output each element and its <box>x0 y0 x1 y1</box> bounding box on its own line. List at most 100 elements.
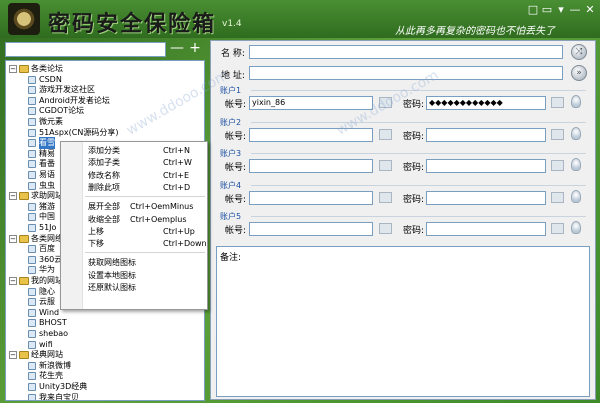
account-group-title: 账户4 <box>220 180 242 190</box>
site-icon <box>28 149 36 158</box>
account-label: 帐号: <box>225 226 247 236</box>
group-divider <box>251 90 586 91</box>
tree-search-input[interactable] <box>5 42 166 57</box>
add-button[interactable]: + <box>188 41 202 57</box>
layout-icon[interactable]: ▭ <box>541 4 553 16</box>
password-input[interactable] <box>426 222 546 236</box>
menu-item-label: 还原默认图标 <box>88 283 136 292</box>
open-url-icon[interactable]: » <box>571 65 587 81</box>
shuffle-icon[interactable]: ⤨ <box>571 44 587 60</box>
group-divider <box>251 184 586 186</box>
expand-toggle-icon[interactable]: − <box>9 65 17 73</box>
copy-password-icon[interactable] <box>551 191 564 203</box>
memo-field[interactable]: 备注: <box>216 246 590 397</box>
group-divider <box>251 153 586 154</box>
collapse-button[interactable]: — <box>170 41 184 57</box>
context-menu-item[interactable]: 还原默认图标 <box>61 281 207 295</box>
show-password-icon[interactable] <box>571 189 581 203</box>
account-input[interactable]: yixin_86 <box>249 96 373 110</box>
site-icon <box>28 128 36 137</box>
site-icon <box>28 86 36 95</box>
address-input[interactable] <box>249 66 563 80</box>
name-input[interactable] <box>249 45 563 59</box>
account-group-title: 账户1 <box>220 86 242 95</box>
account-input[interactable] <box>249 222 373 236</box>
password-input[interactable] <box>426 190 546 205</box>
site-icon <box>28 181 36 190</box>
show-password-icon[interactable] <box>571 221 581 234</box>
site-icon <box>28 202 36 211</box>
menu-item-label: 下移 <box>88 239 104 249</box>
app-window: 密码安全保险箱 v1.4 从此再多再复杂的密码也不怕丢失了 □ ▭ ▾ — ✕ … <box>0 0 600 403</box>
minimize-button[interactable]: — <box>569 4 581 16</box>
copy-password-icon[interactable] <box>551 128 564 140</box>
copy-password-icon[interactable] <box>551 223 564 234</box>
expand-toggle-icon[interactable]: − <box>9 192 17 201</box>
folder-icon <box>19 65 29 73</box>
site-icon <box>28 361 36 370</box>
account-label: 帐号: <box>225 194 247 205</box>
site-icon <box>28 224 36 232</box>
menu-item-label: 删除此项 <box>88 182 120 192</box>
memo-label: 备注: <box>220 253 242 263</box>
name-label: 名 称: <box>221 49 245 59</box>
menu-chevron-icon[interactable]: ▾ <box>555 4 567 16</box>
expand-toggle-icon[interactable]: − <box>9 277 17 285</box>
site-icon <box>28 383 36 391</box>
context-menu-item[interactable]: 下移 Ctrl+Down <box>61 237 207 251</box>
site-icon <box>28 213 36 222</box>
copy-password-icon[interactable] <box>551 97 564 108</box>
pin-icon[interactable]: □ <box>527 4 539 16</box>
copy-account-icon[interactable] <box>379 191 392 203</box>
password-input[interactable]: ◆◆◆◆◆◆◆◆◆◆◆◆ <box>426 96 546 110</box>
copy-account-icon[interactable] <box>379 160 392 171</box>
folder-icon <box>19 192 29 201</box>
site-icon <box>28 330 36 338</box>
password-label: 密码: <box>403 226 425 236</box>
site-icon <box>28 372 36 381</box>
account-input[interactable] <box>249 190 373 205</box>
password-label: 密码: <box>403 100 425 110</box>
copy-account-icon[interactable] <box>379 128 392 140</box>
site-icon <box>28 255 36 264</box>
address-label: 地 址: <box>221 71 245 81</box>
site-icon <box>28 340 36 349</box>
account-input[interactable] <box>249 159 373 173</box>
site-icon <box>28 287 36 296</box>
folder-icon <box>19 277 29 285</box>
site-icon <box>28 245 36 254</box>
app-slogan: 从此再多再复杂的密码也不怕丢失了 <box>395 26 555 37</box>
account-group-title: 账户3 <box>220 149 242 158</box>
password-label: 密码: <box>403 163 425 173</box>
account-group-title: 账户2 <box>220 117 242 127</box>
password-label: 密码: <box>403 131 425 142</box>
site-icon <box>28 107 36 116</box>
copy-account-icon[interactable] <box>379 223 392 234</box>
close-button[interactable]: ✕ <box>584 4 596 16</box>
folder-icon <box>19 351 29 360</box>
account-input[interactable] <box>249 127 373 142</box>
expand-toggle-icon[interactable]: − <box>9 351 17 360</box>
show-password-icon[interactable] <box>571 158 581 171</box>
tree-item[interactable]: 我来自宝贝 <box>28 392 79 400</box>
site-icon <box>28 160 36 169</box>
site-icon <box>28 171 36 179</box>
context-menu-item[interactable]: 删除此项 Ctrl+D <box>61 181 207 195</box>
account-label: 帐号: <box>225 100 247 110</box>
context-menu: 添加分类 Ctrl+N 添加子类 Ctrl+W 修改名称 Ctrl+E 删除此项 Ctrl+D… <box>60 141 208 310</box>
copy-password-icon[interactable] <box>551 160 564 171</box>
show-password-icon[interactable] <box>571 95 581 108</box>
show-password-icon[interactable] <box>571 126 581 140</box>
password-input[interactable] <box>426 127 546 142</box>
account-group-title: 账户5 <box>220 212 242 221</box>
group-divider <box>251 121 586 123</box>
account-label: 帐号: <box>225 163 247 173</box>
copy-account-icon[interactable] <box>379 97 392 108</box>
password-input[interactable] <box>426 159 546 173</box>
expand-toggle-icon[interactable]: − <box>9 234 17 243</box>
site-icon <box>28 319 36 328</box>
site-icon <box>28 266 36 275</box>
folder-icon <box>19 234 29 243</box>
title-bar[interactable]: 密码安全保险箱 v1.4 从此再多再复杂的密码也不怕丢失了 □ ▭ ▾ — ✕ <box>0 0 600 38</box>
detail-panel: 名 称: ⤨ 地 址: » 账户1 帐号: yixin_86 密码: ◆◆◆◆◆◆◆◆◆… <box>210 40 596 400</box>
